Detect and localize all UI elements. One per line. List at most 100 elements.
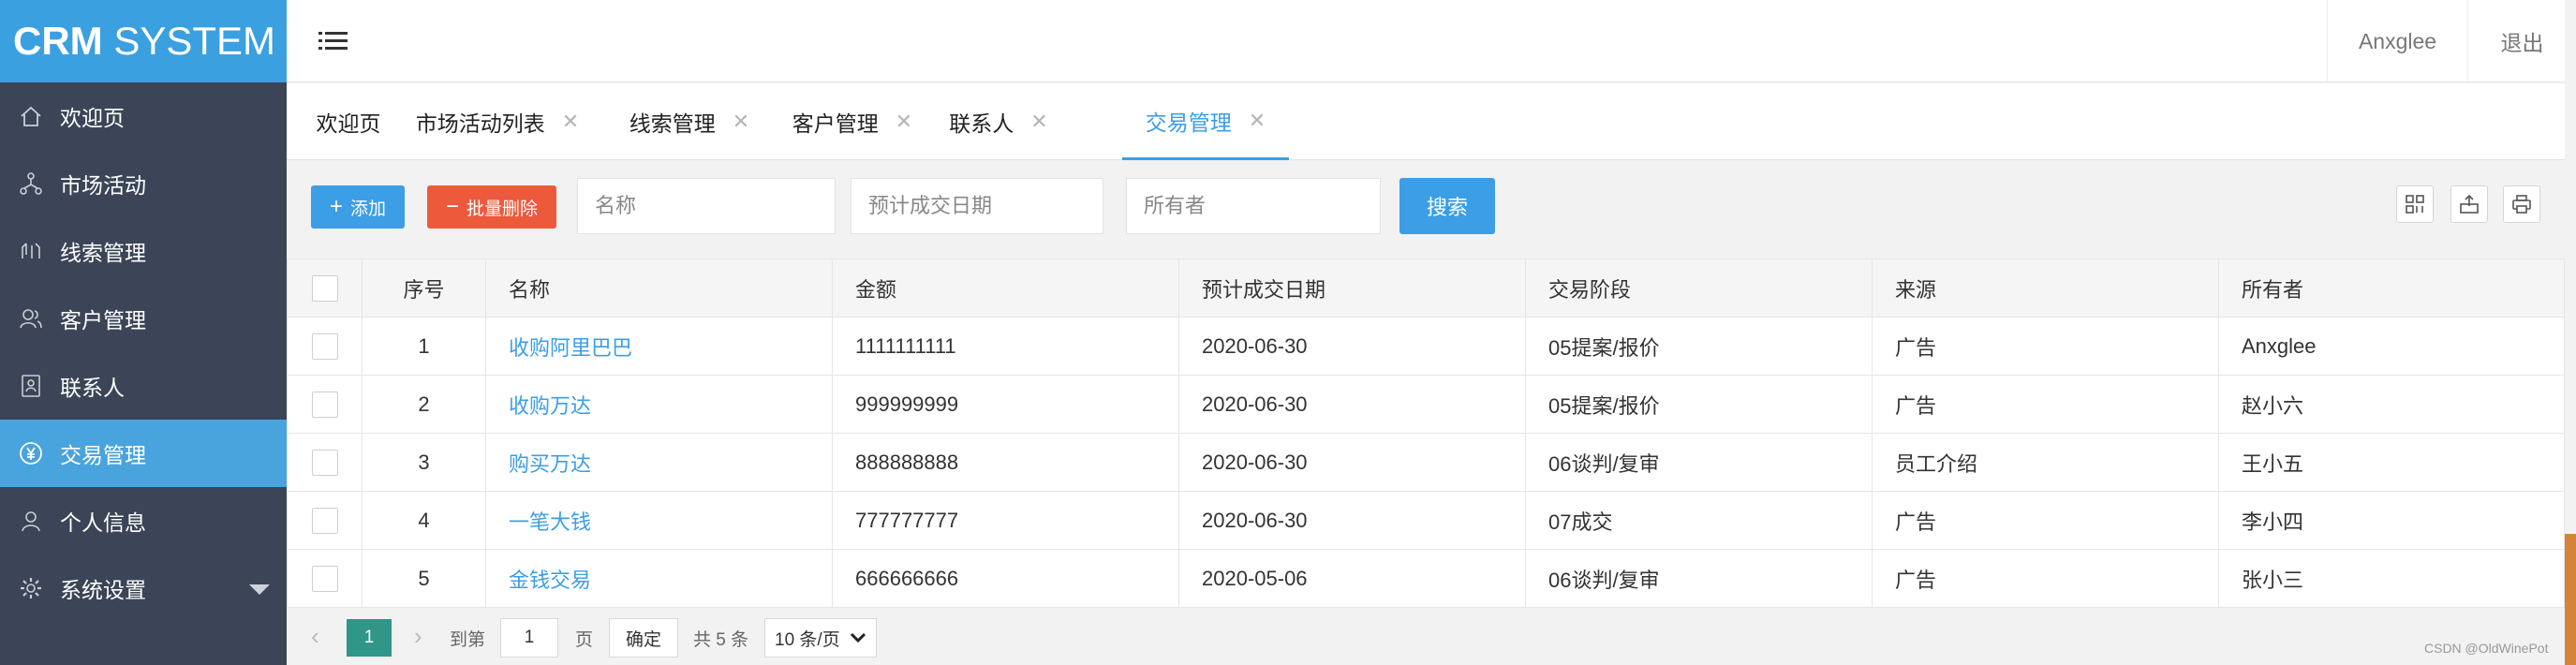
prev-page-icon[interactable]: ‹: [311, 622, 319, 651]
cell-name: 收购阿里巴巴: [485, 317, 833, 376]
sidebar-item-0[interactable]: 欢迎页: [0, 82, 287, 150]
select-all-cell: [287, 259, 363, 318]
cell-source: 广告: [1872, 375, 2219, 434]
sidebar-item-1[interactable]: 市场活动: [0, 150, 287, 217]
window-edge: [2565, 0, 2576, 665]
col-amount: 金额: [832, 259, 1179, 318]
gear-icon: [17, 574, 45, 602]
tab-5[interactable]: 交易管理 ✕: [1122, 83, 1289, 160]
owner-field[interactable]: [1126, 178, 1381, 234]
deals-table: 序号 名称 金额 预计成交日期 交易阶段 来源 所有者 1 收购阿里巴巴 11111…: [287, 259, 2565, 608]
table-row: 1 收购阿里巴巴 1111111111 2020-06-30 05提案/报价 广告 Anxg…: [287, 317, 2565, 376]
row-checkbox[interactable]: [311, 507, 338, 534]
col-source: 来源: [1872, 259, 2219, 318]
goto-label: 到第: [450, 630, 486, 650]
watermark: CSDN @OldWinePot: [2424, 641, 2549, 656]
customer-icon: [17, 304, 45, 332]
table-header-row: 序号 名称 金额 预计成交日期 交易阶段 来源 所有者: [287, 259, 2565, 318]
tab-4[interactable]: 联系人 ✕: [942, 83, 1055, 160]
plus-icon: +: [329, 194, 343, 219]
yen-icon: [17, 439, 45, 467]
cell-index: 1: [362, 317, 486, 376]
top-header: Anxglee 退出: [287, 0, 2576, 82]
row-checkbox[interactable]: [311, 565, 338, 592]
sidebar-item-label: 市场活动: [60, 173, 146, 198]
tab-1[interactable]: 市场活动列表 ✕: [408, 83, 586, 160]
goto-confirm-button[interactable]: 确定: [609, 618, 678, 658]
cell-stage: 06谈判/复审: [1525, 549, 1873, 608]
deal-name-link[interactable]: 金钱交易: [509, 569, 591, 592]
deal-name-link[interactable]: 一笔大钱: [509, 510, 591, 534]
row-checkbox[interactable]: [311, 391, 338, 418]
sidebar-item-3[interactable]: 客户管理: [0, 285, 287, 352]
sidebar: CRM SYSTEM 欢迎页市场活动线索管理客户管理联系人 交易管理 个人信息 系统设…: [0, 0, 287, 665]
sidebar-item-6[interactable]: 个人信息: [0, 487, 287, 554]
cell-owner: 张小三: [2218, 549, 2565, 608]
date-field[interactable]: [851, 178, 1103, 234]
cell-index: 4: [362, 491, 486, 550]
user-icon: [17, 507, 45, 535]
col-owner: 所有者: [2218, 259, 2565, 318]
cell-index: 5: [362, 549, 486, 608]
next-page-icon[interactable]: ›: [414, 622, 422, 651]
select-all-checkbox[interactable]: [311, 274, 338, 302]
owner-input[interactable]: [1144, 194, 1380, 218]
sidebar-item-4[interactable]: 联系人: [0, 352, 287, 420]
cell-source: 广告: [1872, 317, 2219, 376]
cell-name: 金钱交易: [485, 549, 833, 608]
col-name: 名称: [485, 259, 833, 318]
name-field[interactable]: [577, 178, 836, 234]
sidebar-item-7[interactable]: 系统设置: [0, 554, 287, 622]
deal-name-link[interactable]: 收购阿里巴巴: [509, 336, 632, 360]
close-icon[interactable]: ✕: [1249, 109, 1266, 133]
close-icon[interactable]: ✕: [562, 110, 579, 134]
name-input[interactable]: [595, 194, 835, 218]
cell-index: 2: [362, 375, 486, 434]
cell-name: 购买万达: [485, 433, 833, 492]
columns-filter-icon[interactable]: [2396, 185, 2434, 223]
row-check-cell: [287, 317, 363, 376]
table-row: 5 金钱交易 666666666 2020-05-06 06谈判/复审 广告 张小三: [287, 549, 2565, 608]
logout-button[interactable]: 退出: [2467, 0, 2576, 82]
close-icon[interactable]: ✕: [733, 110, 749, 134]
tab-label: 客户管理: [792, 111, 879, 136]
tab-0[interactable]: 欢迎页: [302, 83, 395, 160]
cell-expected-date: 2020-06-30: [1178, 433, 1526, 492]
cell-index: 3: [362, 433, 486, 492]
sidebar-item-label: 客户管理: [60, 308, 146, 332]
app-logo[interactable]: CRM SYSTEM: [0, 0, 287, 82]
print-icon[interactable]: [2503, 185, 2540, 223]
close-icon[interactable]: ✕: [896, 110, 912, 134]
tab-2[interactable]: 线索管理 ✕: [605, 83, 774, 160]
row-checkbox[interactable]: [311, 449, 338, 476]
tab-3[interactable]: 客户管理 ✕: [777, 83, 927, 160]
sidebar-item-2[interactable]: 线索管理: [0, 217, 287, 285]
export-icon[interactable]: [2450, 185, 2488, 223]
goto-page-input[interactable]: 1: [500, 618, 558, 658]
close-icon[interactable]: ✕: [1030, 110, 1047, 134]
page-1-button[interactable]: 1: [347, 619, 392, 657]
tab-label: 欢迎页: [316, 111, 381, 136]
col-stage: 交易阶段: [1525, 259, 1873, 318]
page-size-select[interactable]: 10 条/页: [764, 618, 877, 658]
cell-expected-date: 2020-06-30: [1178, 491, 1526, 550]
cell-stage: 05提案/报价: [1525, 317, 1873, 376]
batch-delete-button[interactable]: − 批量删除: [427, 185, 556, 229]
sidebar-item-5[interactable]: 交易管理: [0, 420, 287, 487]
page-tabs: 欢迎页 市场活动列表 ✕ 线索管理 ✕ 客户管理 ✕ 联系人 ✕ 交易管理 ✕: [287, 83, 2576, 160]
current-user[interactable]: Anxglee: [2327, 0, 2467, 82]
cell-expected-date: 2020-06-30: [1178, 375, 1526, 434]
table-row: 4 一笔大钱 777777777 2020-06-30 07成交 广告 李小四: [287, 491, 2565, 550]
expected-date-input[interactable]: [868, 194, 1103, 218]
deal-name-link[interactable]: 购买万达: [509, 452, 591, 476]
search-button[interactable]: 搜索: [1399, 178, 1495, 234]
menu-toggle-icon[interactable]: [315, 22, 352, 60]
cell-stage: 05提案/报价: [1525, 375, 1873, 434]
sidebar-item-label: 欢迎页: [60, 106, 125, 130]
row-checkbox[interactable]: [311, 332, 338, 360]
add-button-label: 添加: [350, 199, 387, 219]
cell-expected-date: 2020-05-06: [1178, 549, 1526, 608]
add-button[interactable]: + 添加: [311, 185, 405, 229]
pagination: ‹ 1 › 到第 1 页 确定 共 5 条 10 条/页: [287, 609, 2565, 665]
deal-name-link[interactable]: 收购万达: [509, 394, 591, 418]
